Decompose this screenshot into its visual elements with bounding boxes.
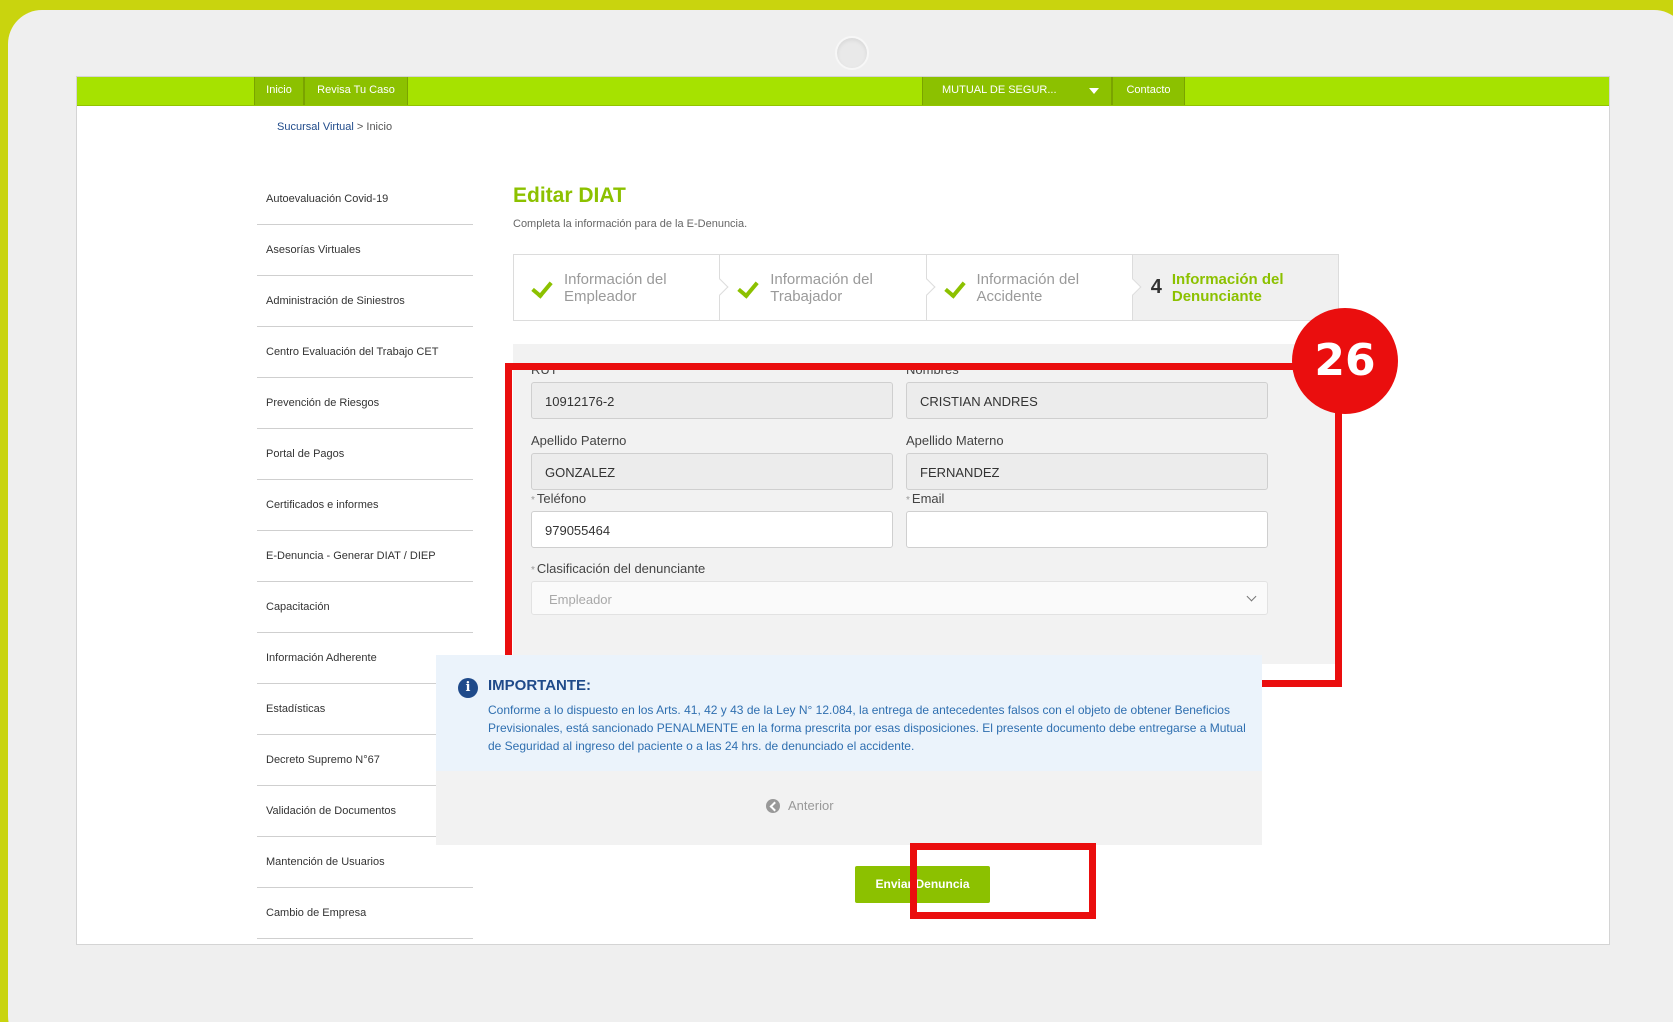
sidebar-item-edenuncia[interactable]: E-Denuncia - Generar DIAT / DIEP (257, 531, 473, 582)
sidebar-item-prevencion[interactable]: Prevención de Riesgos (257, 378, 473, 429)
check-icon (945, 277, 967, 299)
step-label: Información del Accidente (976, 270, 1080, 305)
wizard-steps: Información del Empleador Información de… (513, 254, 1339, 321)
sidebar-item-siniestros[interactable]: Administración de Siniestros (257, 276, 473, 327)
sidebar-item-covid[interactable]: Autoevaluación Covid-19 (257, 174, 473, 225)
nav-inicio[interactable]: Inicio (254, 77, 304, 105)
chevron-left-icon (766, 798, 780, 813)
info-icon: i (458, 678, 478, 698)
important-text: Conforme a lo dispuesto en los Arts. 41,… (488, 703, 1246, 753)
sidebar-item-asesorias[interactable]: Asesorías Virtuales (257, 225, 473, 276)
step-empleador[interactable]: Información del Empleador (514, 255, 729, 320)
form-actions: Anterior (436, 771, 1262, 845)
sidebar-item-cet[interactable]: Centro Evaluación del Trabajo CET (257, 327, 473, 378)
company-select-label: MUTUAL DE SEGUR... (942, 84, 1057, 96)
sidebar-item-pagos[interactable]: Portal de Pagos (257, 429, 473, 480)
previous-button[interactable]: Anterior (766, 798, 834, 813)
check-icon (532, 277, 554, 299)
step-label: Información del Denunciante (1171, 270, 1284, 305)
sidebar-item-capacitacion[interactable]: Capacitación (257, 582, 473, 633)
caret-down-icon (1089, 88, 1099, 94)
step-denunciante[interactable]: 4 Información del Denunciante (1132, 255, 1338, 320)
important-title: IMPORTANTE: (488, 677, 592, 694)
form-highlight-box (505, 363, 1342, 687)
submit-highlight-box (910, 843, 1096, 919)
important-notice: i IMPORTANTE: Conforme a lo dispuesto en… (436, 655, 1262, 771)
nav-contacto[interactable]: Contacto (1112, 77, 1185, 105)
step-label: Información del Trabajador (770, 270, 873, 305)
previous-button-label: Anterior (788, 798, 834, 813)
step-trabajador[interactable]: Información del Trabajador (720, 255, 935, 320)
step-label: Información del Empleador (564, 270, 667, 305)
step-badge: 26 (1292, 308, 1398, 414)
company-select[interactable]: MUTUAL DE SEGUR... (922, 77, 1112, 105)
breadcrumb-current: > Inicio (356, 121, 393, 133)
page-title: Editar DIAT (513, 184, 626, 207)
sidebar-item-certificados[interactable]: Certificados e informes (257, 480, 473, 531)
step-number: 4 (1150, 276, 1162, 298)
breadcrumb-link-sucursal[interactable]: Sucursal Virtual (277, 121, 354, 133)
check-icon (738, 277, 760, 299)
page-subtitle: Completa la información para de la E-Den… (513, 218, 748, 230)
top-navigation: Inicio Revisa Tu Caso MUTUAL DE SEGUR...… (77, 77, 1609, 106)
nav-revisa-tu-caso[interactable]: Revisa Tu Caso (304, 77, 408, 105)
breadcrumb: Sucursal Virtual > Inicio (277, 121, 392, 133)
sidebar-item-cambio-empresa[interactable]: Cambio de Empresa (257, 888, 473, 939)
camera-icon (835, 36, 869, 70)
step-accidente[interactable]: Información del Accidente (927, 255, 1142, 320)
